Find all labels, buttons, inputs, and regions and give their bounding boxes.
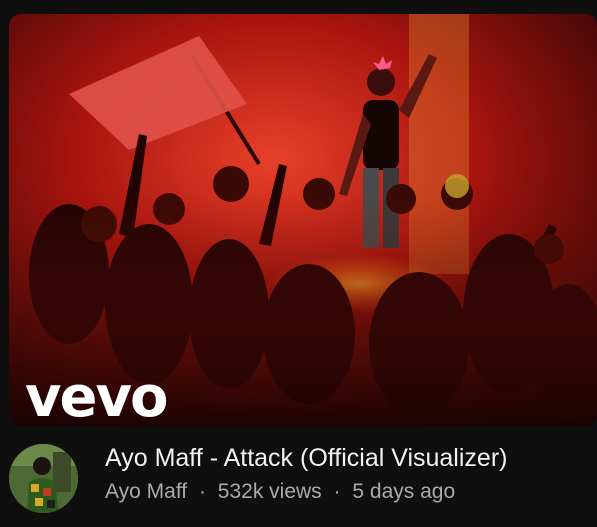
avatar-image <box>9 444 78 513</box>
vevo-watermark: vevo <box>25 365 168 426</box>
upload-age: 5 days ago <box>352 480 456 503</box>
video-meta: Ayo Maff - Attack (Official Visualizer) … <box>0 426 597 527</box>
view-count: 532k views <box>217 480 322 503</box>
video-title[interactable]: Ayo Maff - Attack (Official Visualizer) <box>105 442 507 474</box>
channel-name[interactable]: Ayo Maff <box>105 478 187 506</box>
separator-dot: · <box>198 480 206 503</box>
video-card[interactable]: vevo Ayo Maff - Attack (Official Visuali… <box>0 0 597 527</box>
video-subline: Ayo Maff · 532k views · 5 days ago <box>105 478 455 506</box>
video-thumbnail[interactable]: vevo <box>9 14 597 426</box>
channel-avatar[interactable] <box>9 444 78 513</box>
separator-dot: · <box>333 480 341 503</box>
